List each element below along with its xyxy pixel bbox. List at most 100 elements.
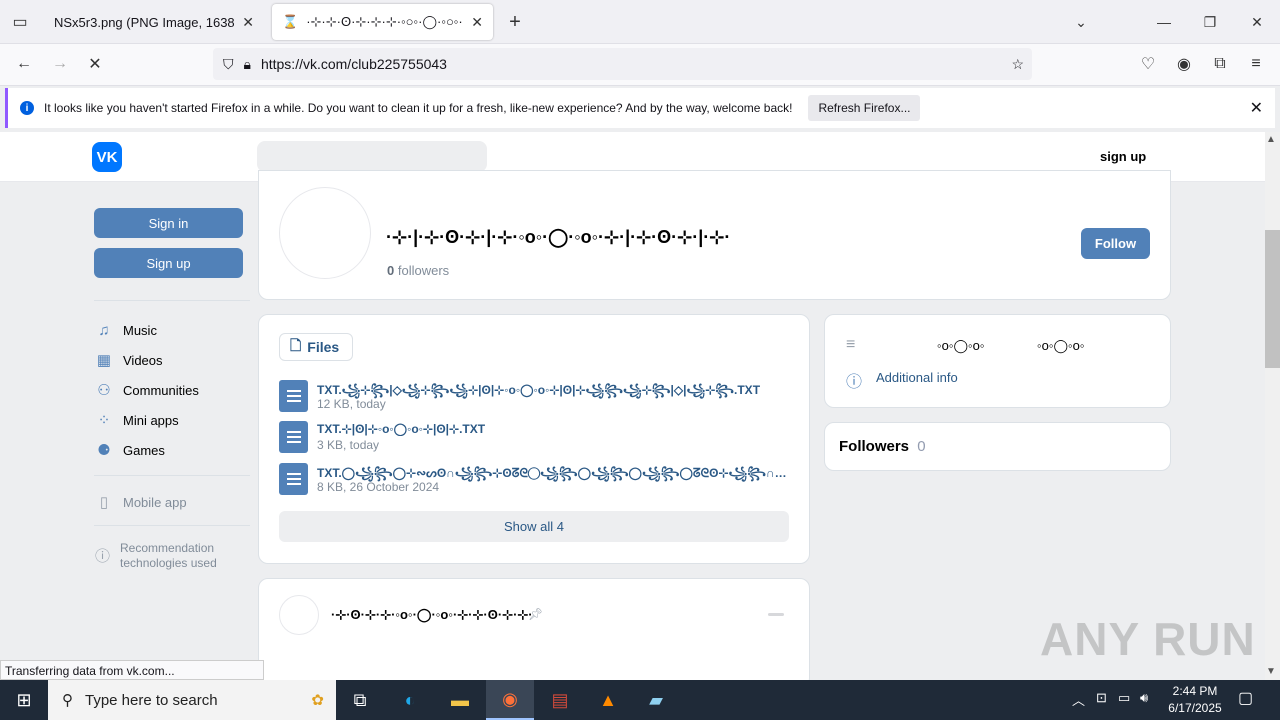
video-icon: ▦: [96, 352, 112, 369]
followers-count: 0: [387, 263, 395, 278]
sign-up-button[interactable]: Sign up: [94, 248, 243, 278]
extensions-icon[interactable]: ⧉: [1204, 48, 1236, 80]
follow-button[interactable]: Follow: [1081, 228, 1150, 259]
taskbar-search[interactable]: ⚲ Type here to search ✿: [48, 680, 336, 720]
header-signup-link[interactable]: sign up: [1100, 149, 1146, 164]
lock-icon[interactable]: 🔒︎: [244, 56, 251, 73]
menu-icon[interactable]: ≡: [1240, 48, 1272, 80]
followers-heading[interactable]: Followers 0: [839, 438, 926, 455]
divider: [94, 525, 250, 526]
close-window-icon[interactable]: ✕: [1234, 0, 1280, 44]
search-input[interactable]: [257, 141, 487, 172]
url-text[interactable]: https://vk.com/club225755043: [261, 56, 447, 72]
phone-icon: ▯: [99, 494, 109, 511]
sidebar-item-music[interactable]: ♫ Music: [95, 315, 157, 345]
file-explorer-icon[interactable]: ▬: [436, 680, 484, 720]
close-notification-icon[interactable]: ✕: [1250, 98, 1263, 118]
stop-loading-icon[interactable]: ✕: [79, 48, 111, 80]
file-item[interactable]: TXT.⊹|ʘ|⊹◦o◦◯◦o◦⊹|ʘ|⊹.TXT 3 KB, today: [279, 421, 799, 453]
url-bar[interactable]: ⛉ 🔒︎ https://vk.com/club225755043 ☆: [213, 48, 1032, 80]
recommendation-link[interactable]: ⓘ Recommendation technologies used: [95, 541, 245, 571]
group-name: ·⊹·|·⊹·ʘ·⊹·|·⊹·◦o◦·◯·◦o◦·⊹·|·⊹·ʘ·⊹·|·⊹·: [386, 227, 731, 247]
forward-icon[interactable]: →: [44, 48, 76, 80]
post-author-avatar[interactable]: [279, 595, 319, 635]
close-tab-icon[interactable]: ✕: [471, 14, 483, 31]
games-icon: ⚈: [97, 442, 111, 459]
notifications-icon[interactable]: ▢: [1238, 688, 1253, 708]
description-text: ◦o◦◯◦o◦: [937, 338, 985, 353]
followers-heading-label: Followers: [839, 438, 910, 455]
music-icon: ♫: [98, 321, 110, 339]
back-icon[interactable]: ←: [8, 48, 40, 80]
mini-apps-icon: ⁘: [97, 412, 111, 429]
vlc-icon[interactable]: ▲: [584, 680, 632, 720]
description-text-2: ◦o◦◯◦o◦: [1037, 338, 1085, 353]
post-options-icon[interactable]: [768, 613, 784, 616]
tab-title: NSx5r3.png (PNG Image, 16384 × 1: [54, 14, 235, 30]
scrollbar-thumb[interactable]: [1265, 230, 1280, 368]
shield-icon[interactable]: ⛉: [223, 56, 234, 73]
description-icon: ≡: [846, 336, 856, 353]
volume-icon[interactable]: 🔊︎: [1140, 690, 1148, 706]
pocket-icon[interactable]: ♡: [1132, 48, 1164, 80]
sidebar-item-videos[interactable]: ▦ Videos: [95, 345, 163, 375]
loading-hourglass-icon: ⌛: [282, 14, 299, 29]
file-meta: 3 KB, today: [317, 438, 380, 452]
document-icon: [279, 380, 308, 412]
list-all-tabs-icon[interactable]: ▭: [4, 6, 36, 38]
file-item[interactable]: TXT.꧁⊹꧂|◇꧁⊹꧂꧁⊹|ʘ|⊹◦o◦◯◦o◦⊹|ʘ|⊹꧁꧂꧁⊹꧂|◇|꧁⊹…: [279, 380, 799, 412]
info-icon: ⓘ: [846, 374, 863, 391]
files-tab-label: Files: [307, 339, 340, 355]
close-tab-icon[interactable]: ✕: [242, 14, 254, 31]
post-author[interactable]: ·⊹·ʘ·⊹·⊹·◦o◦·◯·◦o◦·⊹·⊹·ʘ·⊹·⊹·: [331, 607, 533, 623]
tab-files[interactable]: 🗋︎ Files: [279, 333, 353, 361]
windows-start-icon[interactable]: ⊞: [0, 680, 48, 720]
followers-summary[interactable]: 0 followers: [387, 263, 449, 278]
taskbar-search-placeholder[interactable]: Type here to search: [85, 692, 218, 709]
additional-info-link[interactable]: Additional info: [876, 370, 958, 385]
winrar-icon[interactable]: ▤: [536, 680, 584, 720]
task-view-icon[interactable]: ⧉: [336, 680, 384, 720]
tray-chevron-icon[interactable]: ︿: [1072, 690, 1085, 709]
sidebar-item-label: Communities: [123, 382, 199, 398]
tab-title: ·⊹·⊹·ʘ·⊹·⊹·⊹·◦○◦·◯·◦○◦·⊹·⊹·⊹·ʘ·⊹·⊹·: [306, 14, 463, 29]
sidebar-item-label: Mobile app: [123, 494, 187, 510]
divider: [94, 475, 250, 476]
file-meta: 12 KB, today: [317, 397, 386, 411]
tab-png-image[interactable]: NSx5r3.png (PNG Image, 16384 × 1 ✕: [44, 4, 264, 40]
vk-logo[interactable]: VK: [92, 142, 122, 172]
network-icon[interactable]: ▭: [1118, 690, 1130, 706]
new-tab-icon[interactable]: +: [499, 6, 531, 38]
bookmark-star-icon[interactable]: ☆: [1011, 56, 1024, 73]
recommendation-label: Recommendation technologies used: [120, 541, 217, 570]
sidebar-item-communities[interactable]: ⚇ Communities: [95, 375, 199, 405]
refresh-firefox-button[interactable]: Refresh Firefox...: [808, 95, 921, 121]
sign-in-button[interactable]: Sign in: [94, 208, 243, 238]
restore-icon[interactable]: ❐: [1187, 0, 1233, 44]
tab-vk-club[interactable]: ⌛ ·⊹·⊹·ʘ·⊹·⊹·⊹·◦○◦·◯·◦○◦·⊹·⊹·⊹·ʘ·⊹·⊹· ✕: [272, 4, 493, 40]
info-icon: i: [20, 101, 34, 115]
tab-overflow-chevron-icon[interactable]: ⌄: [1058, 0, 1104, 44]
page-scrollbar[interactable]: [1265, 132, 1280, 680]
scroll-up-icon[interactable]: ▲: [1266, 134, 1276, 145]
sidebar-item-mini-apps[interactable]: ⁘ Mini apps: [95, 405, 179, 435]
info-icon: ⓘ: [95, 547, 111, 565]
scroll-down-icon[interactable]: ▼: [1266, 666, 1276, 677]
notepad-icon[interactable]: ▰: [632, 680, 680, 720]
sidebar-item-games[interactable]: ⚈ Games: [95, 435, 165, 465]
firefox-icon[interactable]: ◉: [486, 680, 534, 720]
file-item[interactable]: TXT.◯꧁꧂◯⊹∾ᔕʘ∩꧁꧂⊹ʘᘔᘓ◯꧁꧂◯꧁꧂◯꧁꧂◯ᘔᘓʘ⊹꧁꧂∩ʘ∾ᔕ⊹…: [279, 463, 799, 495]
sidebar-item-label: Videos: [123, 352, 163, 368]
sidebar-item-label: Games: [123, 442, 165, 458]
search-icon: ⚲: [62, 692, 73, 709]
group-avatar[interactable]: [279, 187, 371, 279]
taskbar-clock[interactable]: 2:44 PM 6/17/2025: [1160, 683, 1230, 717]
file-name[interactable]: TXT.⊹|ʘ|⊹◦o◦◯◦o◦⊹|ʘ|⊹.TXT: [317, 422, 787, 436]
show-all-files-button[interactable]: Show all 4: [279, 511, 789, 542]
sidebar-item-mobile-app[interactable]: ▯ Mobile app: [95, 487, 187, 517]
edge-icon[interactable]: ◐: [386, 680, 434, 720]
account-icon[interactable]: ◉: [1168, 48, 1200, 80]
tray-device-icon[interactable]: ⊡: [1096, 690, 1107, 706]
minimize-icon[interactable]: —: [1141, 0, 1187, 44]
file-name[interactable]: TXT.꧁⊹꧂|◇꧁⊹꧂꧁⊹|ʘ|⊹◦o◦◯◦o◦⊹|ʘ|⊹꧁꧂꧁⊹꧂|◇|꧁⊹…: [317, 381, 787, 405]
